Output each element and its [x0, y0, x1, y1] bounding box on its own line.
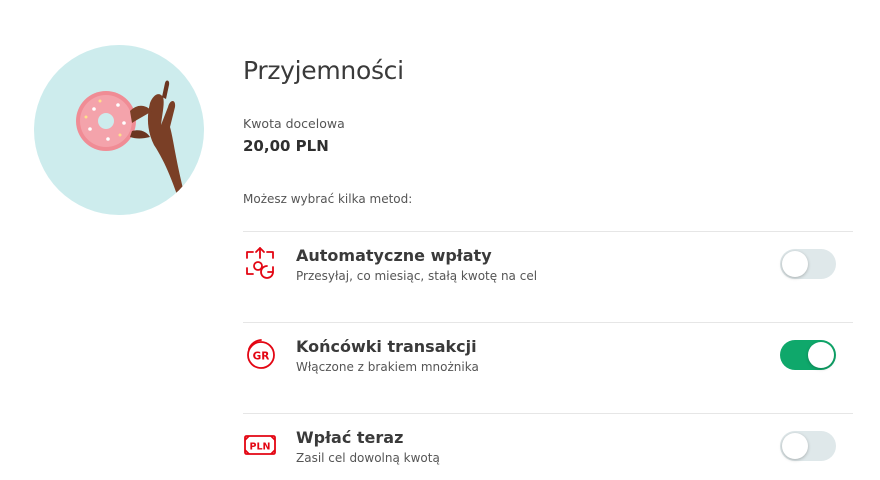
method-name: Wpłać teraz [296, 428, 404, 447]
target-amount-label: Kwota docelowa [243, 116, 345, 131]
method-row-roundup: GR Końcówki transakcji Włączone z brakie… [243, 322, 853, 413]
method-row-pay-now: PLN Wpłać teraz Zasil cel dowolną kwotą [243, 413, 853, 480]
toggle-knob [808, 342, 834, 368]
toggle-knob [782, 433, 808, 459]
methods-label: Możesz wybrać kilka metod: [243, 192, 413, 206]
transaction-roundup-toggle[interactable] [780, 340, 836, 370]
target-amount-value: 20,00 PLN [243, 137, 329, 155]
automatic-transfers-toggle[interactable] [780, 249, 836, 279]
method-name: Automatyczne wpłaty [296, 246, 492, 265]
pln-banknote-icon: PLN [243, 428, 277, 462]
auto-transfer-icon [243, 246, 277, 280]
svg-text:PLN: PLN [250, 442, 271, 453]
svg-text:GR: GR [253, 351, 270, 363]
method-description: Zasil cel dowolną kwotą [296, 451, 440, 465]
pay-now-toggle[interactable] [780, 431, 836, 461]
method-row-automatic: Automatyczne wpłaty Przesyłaj, co miesią… [243, 231, 853, 322]
toggle-knob [782, 251, 808, 277]
method-description: Włączone z brakiem mnożnika [296, 360, 479, 374]
gr-coin-icon: GR [243, 337, 277, 371]
method-name: Końcówki transakcji [296, 337, 477, 356]
donut-hand-image [76, 80, 190, 215]
goal-image [34, 45, 204, 215]
page-title: Przyjemności [243, 56, 404, 85]
method-description: Przesyłaj, co miesiąc, stałą kwotę na ce… [296, 269, 538, 283]
goal-details: Przyjemności Kwota docelowa 20,00 PLN Mo… [243, 56, 853, 206]
